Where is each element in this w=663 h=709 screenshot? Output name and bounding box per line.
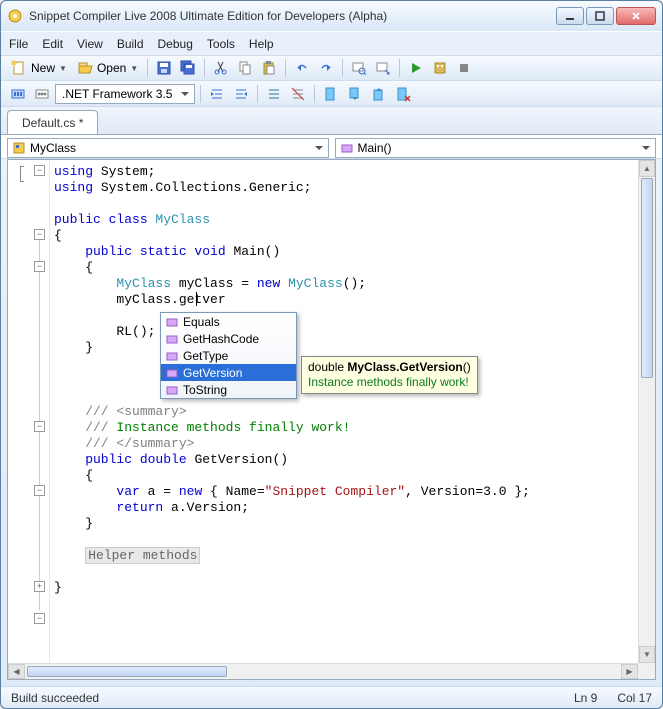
stop-icon[interactable] [453,57,475,79]
signature-tooltip: double MyClass.GetVersion() Instance met… [301,356,478,394]
indent-icon[interactable] [230,83,252,105]
scroll-up-icon[interactable]: ▲ [639,160,655,177]
intellisense-item[interactable]: ToString [161,381,296,398]
menu-file[interactable]: File [9,37,28,51]
window-title: Snippet Compiler Live 2008 Ultimate Edit… [29,9,556,23]
status-message: Build succeeded [11,691,99,705]
find-icon[interactable] [348,57,370,79]
uncomment-icon[interactable] [287,83,309,105]
menu-build[interactable]: Build [117,37,144,51]
method-icon [340,141,354,155]
comment-icon[interactable] [263,83,285,105]
menu-help[interactable]: Help [249,37,274,51]
toolbar-1: New▼ Open▼ [1,55,662,81]
fold-button[interactable]: − [34,485,45,496]
intellisense-item[interactable]: Equals [161,313,296,330]
text-caret [196,292,197,306]
tabstrip: Default.cs * [1,107,662,135]
intellisense-popup[interactable]: Equals GetHashCode GetType GetVersion To… [160,312,297,399]
intellisense-item[interactable]: GetType [161,347,296,364]
gutter: − − − − − + − [8,160,50,679]
copy-icon[interactable] [234,57,256,79]
build-icon[interactable] [429,57,451,79]
run-icon[interactable] [405,57,427,79]
config-icon[interactable] [7,83,29,105]
open-button[interactable]: Open▼ [73,57,142,79]
intellisense-item-selected[interactable]: GetVersion [161,364,296,381]
new-button[interactable]: New▼ [7,57,71,79]
method-icon [165,349,179,363]
scroll-thumb[interactable] [641,178,653,378]
outdent-icon[interactable] [206,83,228,105]
save-all-icon[interactable] [177,57,199,79]
navigation-bar: MyClass Main() [1,135,662,159]
cut-icon[interactable] [210,57,232,79]
fold-button[interactable]: + [34,581,45,592]
class-icon [12,141,26,155]
menu-tools[interactable]: Tools [207,37,235,51]
minimize-button[interactable] [556,7,584,25]
method-icon [165,383,179,397]
tab-default-cs[interactable]: Default.cs * [7,110,98,134]
paste-icon[interactable] [258,57,280,79]
fold-button[interactable]: − [34,165,45,176]
status-line: Ln 9 [574,691,597,705]
undo-icon[interactable] [291,57,313,79]
bookmark-clear-icon[interactable] [392,83,414,105]
toolbar-2: .NET Framework 3.5 [1,81,662,107]
class-combo[interactable]: MyClass [7,138,329,158]
scroll-down-icon[interactable]: ▼ [639,646,655,663]
maximize-button[interactable] [586,7,614,25]
scroll-right-icon[interactable]: ▶ [621,664,638,679]
find-next-icon[interactable] [372,57,394,79]
redo-icon[interactable] [315,57,337,79]
fold-button[interactable]: − [34,261,45,272]
method-icon [165,366,179,380]
region-collapsed[interactable]: Helper methods [85,547,200,564]
scroll-left-icon[interactable]: ◀ [8,664,25,679]
save-icon[interactable] [153,57,175,79]
status-column: Col 17 [617,691,652,705]
method-icon [165,315,179,329]
intellisense-item[interactable]: GetHashCode [161,330,296,347]
close-button[interactable] [616,7,656,25]
method-icon [165,332,179,346]
main-window: Snippet Compiler Live 2008 Ultimate Edit… [0,0,663,709]
member-combo[interactable]: Main() [335,138,657,158]
fold-button[interactable]: − [34,613,45,624]
menubar: File Edit View Build Debug Tools Help [1,31,662,55]
scroll-corner [638,663,655,679]
scroll-thumb[interactable] [27,666,227,677]
bookmark-next-icon[interactable] [368,83,390,105]
menu-view[interactable]: View [77,37,103,51]
fold-button[interactable]: − [34,229,45,240]
config2-icon[interactable] [31,83,53,105]
menu-edit[interactable]: Edit [42,37,63,51]
bookmark-prev-icon[interactable] [344,83,366,105]
vertical-scrollbar[interactable]: ▲ ▼ [638,160,655,663]
statusbar: Build succeeded Ln 9 Col 17 [1,686,662,708]
menu-debug[interactable]: Debug [158,37,193,51]
framework-combo[interactable]: .NET Framework 3.5 [55,84,195,104]
fold-button[interactable]: − [34,421,45,432]
horizontal-scrollbar[interactable]: ◀ ▶ [8,663,638,679]
code-editor[interactable]: − − − − − + − using System; using System… [7,159,656,680]
bookmark-icon[interactable] [320,83,342,105]
app-icon [7,8,23,24]
titlebar[interactable]: Snippet Compiler Live 2008 Ultimate Edit… [1,1,662,31]
